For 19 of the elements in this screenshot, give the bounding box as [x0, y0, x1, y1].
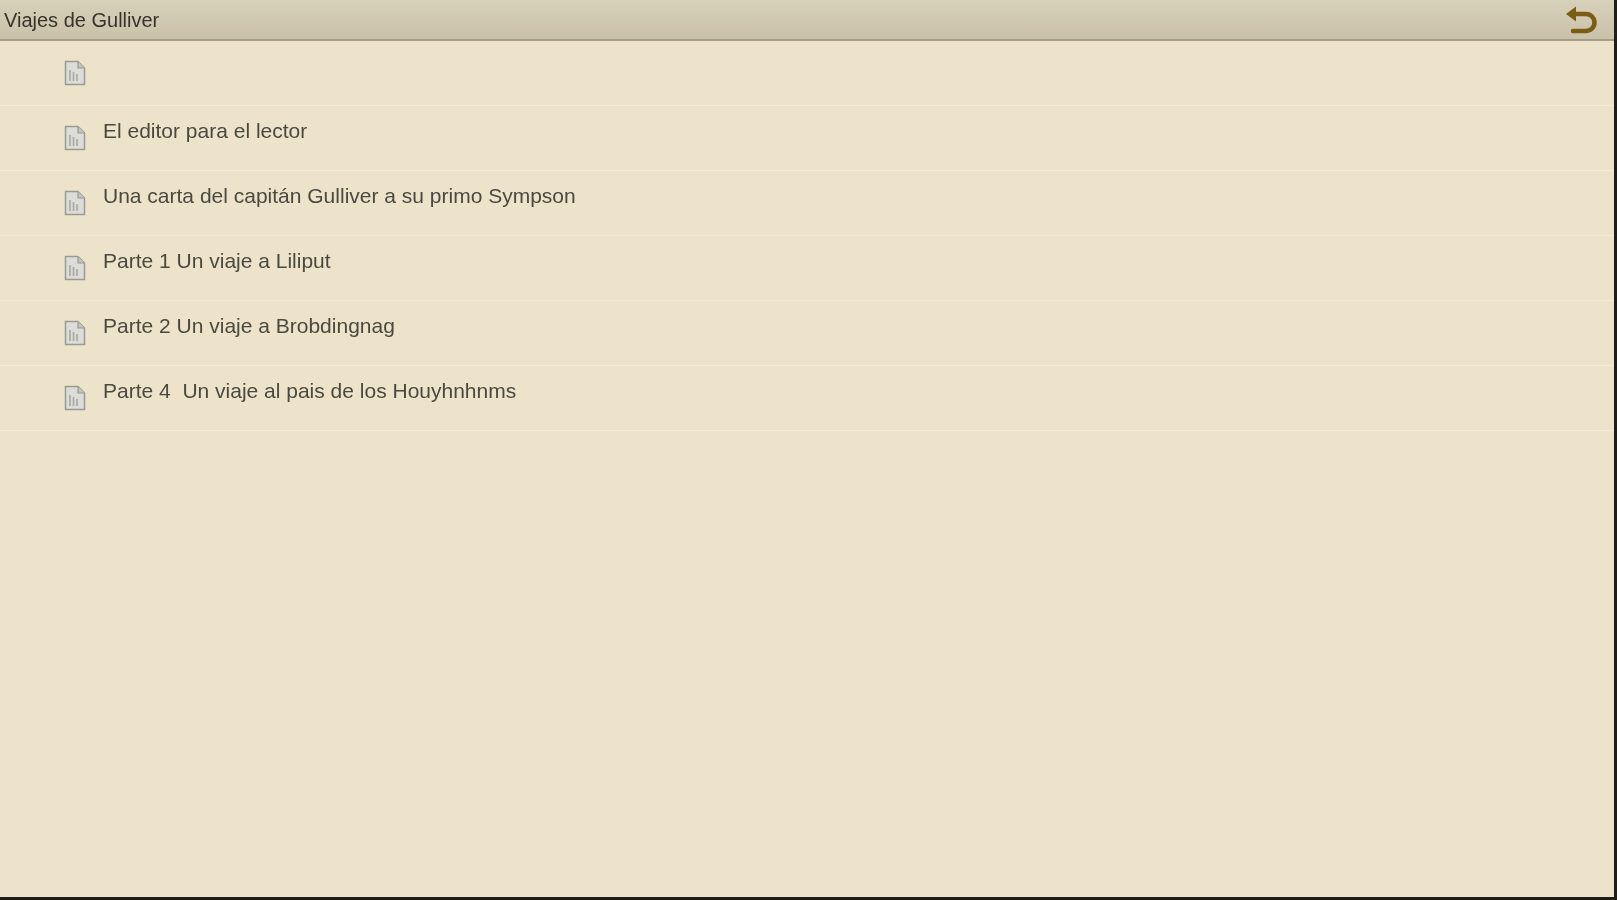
chapter-title: Una carta del capitán Gulliver a su primo Sympson: [103, 183, 576, 209]
chapter-title: El editor para el lector: [103, 118, 308, 144]
document-icon: [64, 190, 86, 216]
chapter-row[interactable]: Parte 4 Un viaje al pais de los Houyhnhnms: [0, 366, 1614, 431]
chapter-title: Parte 2 Un viaje a Brobdingnag: [103, 313, 395, 339]
undo-arrow-icon: [1564, 5, 1598, 34]
document-icon: [64, 385, 86, 411]
document-icon: [64, 320, 86, 346]
chapter-row[interactable]: Parte 1 Un viaje a Liliput: [0, 236, 1614, 301]
chapter-row[interactable]: Parte 2 Un viaje a Brobdingnag: [0, 301, 1614, 366]
document-icon: [64, 125, 86, 151]
chapter-title: Parte 1 Un viaje a Liliput: [103, 248, 331, 274]
chapter-title: Parte 4 Un viaje al pais de los Houyhnhnms: [103, 378, 517, 404]
document-icon: [64, 255, 86, 281]
chapter-row[interactable]: Una carta del capitán Gulliver a su primo Sympson: [0, 171, 1614, 236]
chapter-row[interactable]: El editor para el lector: [0, 106, 1614, 171]
document-icon: [64, 60, 86, 86]
back-button[interactable]: [1564, 5, 1598, 34]
window-title: Viajes de Gulliver: [3, 7, 160, 32]
